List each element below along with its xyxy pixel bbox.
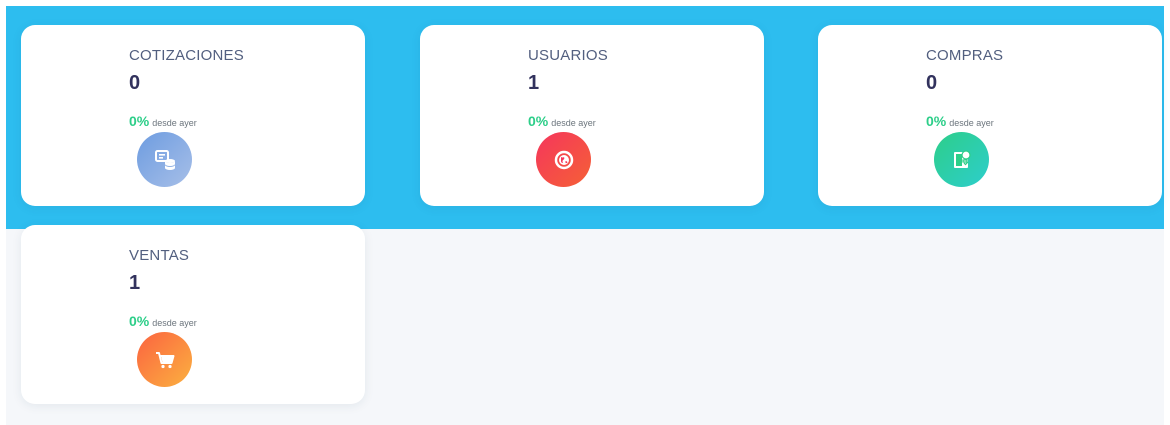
stat-card-ventas[interactable]: VENTAS 1 0% desde ayer [21,225,365,404]
card-stats: 0% desde ayer [129,113,197,131]
cart-icon [137,332,192,387]
card-title: COTIZACIONES [129,47,244,64]
card-stats: 0% desde ayer [926,113,994,131]
stat-percent: 0% [129,113,150,129]
stat-label: desde ayer [551,118,596,128]
card-value: 0 [129,72,141,94]
globe-icon [536,132,591,187]
stat-card-cotizaciones[interactable]: COTIZACIONES 0 0% desde ayer [21,25,365,206]
stat-card-compras[interactable]: COMPRAS 0 0% desde ayer [818,25,1162,206]
card-title: USUARIOS [528,47,608,64]
card-title: COMPRAS [926,47,1004,64]
stat-label: desde ayer [152,318,197,328]
card-value: 1 [129,272,141,294]
card-stats: 0% desde ayer [129,313,197,331]
card-value: 0 [926,72,938,94]
stat-percent: 0% [129,313,150,329]
quotes-icon [137,132,192,187]
stat-percent: 0% [926,113,947,129]
purchases-icon [934,132,989,187]
stat-card-usuarios[interactable]: USUARIOS 1 0% desde ayer [420,25,764,206]
stat-percent: 0% [528,113,549,129]
card-title: VENTAS [129,247,190,264]
card-value: 1 [528,72,540,94]
dashboard-page: COTIZACIONES 0 0% desde ayer USUARIOS 1 0… [0,0,1170,425]
stat-label: desde ayer [152,118,197,128]
card-stats: 0% desde ayer [528,113,596,131]
stat-label: desde ayer [949,118,994,128]
